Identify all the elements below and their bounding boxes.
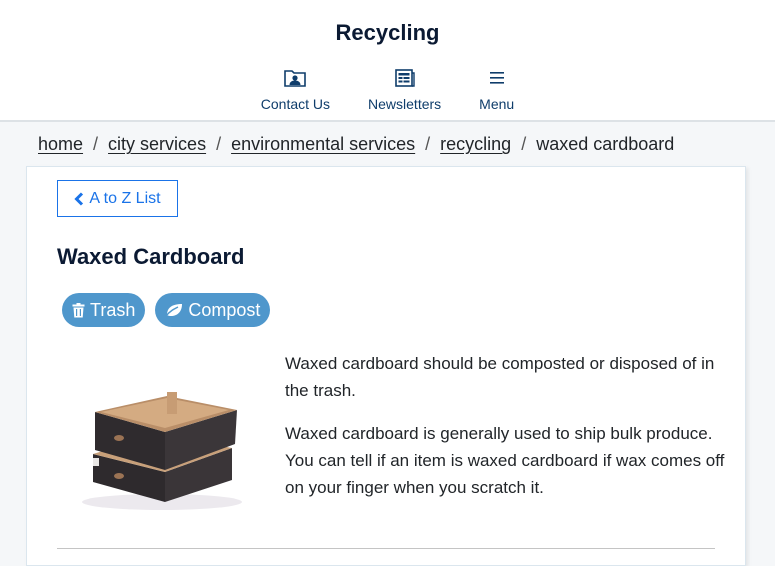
item-description: Waxed cardboard should be composted or d… [285,350,725,517]
tag-trash[interactable]: Trash [62,293,146,327]
nav-contact-us[interactable]: Contact Us [261,67,330,112]
chevron-left-icon [74,191,84,206]
nav-menu[interactable]: Menu [479,67,514,112]
trash-icon [72,302,85,317]
page-title: Waxed Cardboard [57,244,245,269]
description-paragraph: Waxed cardboard is generally used to shi… [285,424,725,497]
breadcrumb-separator: / [521,134,527,154]
tag-label: Compost [188,299,261,320]
disposal-tags: Trash Compost [62,293,280,327]
section-divider [57,548,715,549]
newspaper-icon [394,67,415,89]
a-to-z-list-button[interactable]: A to Z List [57,180,178,217]
description-paragraph: Waxed cardboard should be composted or d… [285,354,715,400]
breadcrumb-recycling[interactable]: recycling [440,134,511,155]
breadcrumb-separator: / [425,134,431,154]
hamburger-menu-icon [489,67,505,89]
nav-label: Menu [479,96,515,112]
nav-label: Newsletters [368,96,442,112]
contact-card-icon [284,67,307,89]
item-card: A to Z List Waxed Cardboard Trash Compos… [26,166,746,566]
nav-label: Contact Us [260,96,331,112]
breadcrumb-home[interactable]: home [38,134,83,155]
tag-label: Trash [90,299,136,320]
tag-compost[interactable]: Compost [155,293,271,327]
breadcrumb-environmental-services[interactable]: environmental services [231,134,415,155]
breadcrumb-city-services[interactable]: city services [108,134,206,155]
breadcrumb-current: waxed cardboard [536,134,675,154]
item-image [67,352,247,512]
nav-newsletters[interactable]: Newsletters [368,67,441,112]
a-to-z-list-label: A to Z List [89,189,161,207]
breadcrumb: home / city services / environmental ser… [38,134,674,155]
breadcrumb-separator: / [216,134,222,154]
main-nav: Contact Us Newsletters Menu [0,67,775,112]
site-header: Recycling Contact Us Newsletters Menu [0,0,775,122]
site-title: Recycling [335,20,440,45]
breadcrumb-separator: / [93,134,99,154]
leaf-icon [165,304,183,317]
